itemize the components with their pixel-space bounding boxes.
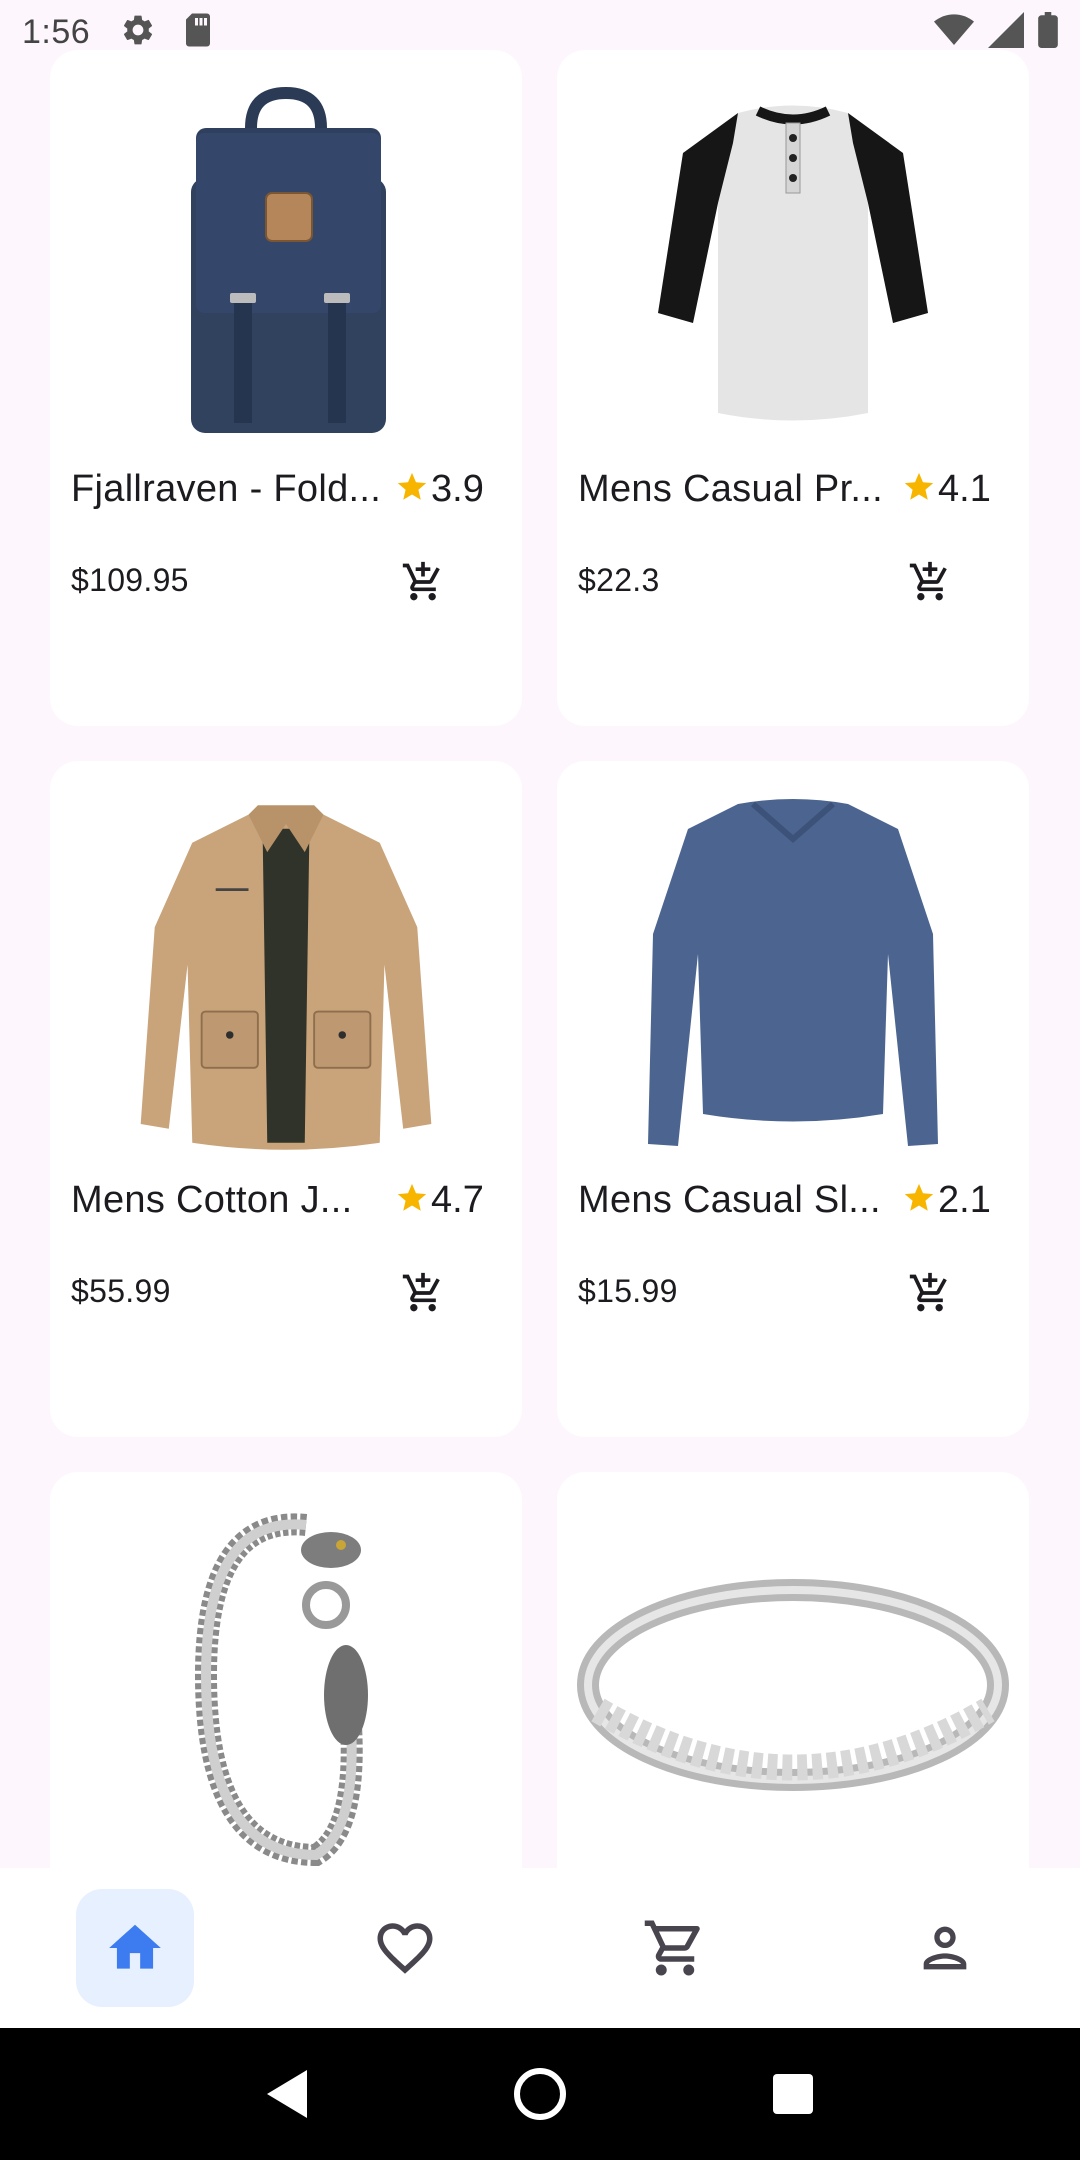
- wifi-icon: [934, 12, 974, 53]
- product-price: $109.95: [71, 561, 189, 598]
- nav-favorites[interactable]: [270, 1868, 540, 2028]
- star-icon: [902, 470, 936, 509]
- gear-icon: [120, 12, 156, 53]
- product-image: [136, 1490, 436, 1880]
- product-image: [136, 779, 436, 1169]
- product-title: Mens Casual Sl...: [578, 1178, 881, 1221]
- add-to-cart-button[interactable]: [401, 560, 445, 604]
- recents-square-icon: [773, 2074, 814, 2114]
- product-image: [573, 1490, 1013, 1880]
- star-icon: [395, 1181, 429, 1220]
- recents-button[interactable]: [753, 2054, 833, 2134]
- sd-card-icon: [182, 12, 214, 53]
- product-card[interactable]: Mens Casual Sl... 2.1 $15.99: [557, 761, 1029, 1437]
- rating: 4.7: [395, 1179, 484, 1222]
- battery-icon: [1038, 11, 1058, 53]
- rating: 4.1: [902, 468, 991, 511]
- system-navigation-bar: [0, 2028, 1080, 2160]
- rating-value: 2.1: [938, 1178, 991, 1221]
- cellular-signal-icon: [988, 11, 1024, 53]
- add-to-cart-button[interactable]: [908, 560, 952, 604]
- add-to-cart-button[interactable]: [908, 1271, 952, 1315]
- product-card[interactable]: Mens Casual Pr... 4.1 $22.3: [557, 50, 1029, 726]
- product-image: [136, 68, 436, 458]
- rating-value: 4.7: [431, 1178, 484, 1221]
- product-title: Mens Cotton J...: [71, 1178, 353, 1221]
- bottom-navigation: [0, 1868, 1080, 2028]
- rating: 2.1: [902, 1179, 991, 1222]
- home-circle-icon: [513, 2068, 566, 2120]
- add-to-cart-button[interactable]: [401, 1271, 445, 1315]
- star-icon: [395, 470, 429, 509]
- add-shopping-cart-icon: [909, 1272, 947, 1312]
- nav-active-indicator: [76, 1889, 194, 2007]
- add-shopping-cart-icon: [402, 561, 440, 601]
- status-time: 1:56: [22, 12, 91, 51]
- cart-icon: [644, 1920, 700, 1976]
- product-image: [643, 68, 943, 458]
- product-title: Mens Casual Pr...: [578, 467, 883, 510]
- star-icon: [902, 1181, 936, 1220]
- home-button[interactable]: [500, 2054, 580, 2134]
- nav-cart[interactable]: [540, 1868, 810, 2028]
- product-card[interactable]: Fjallraven - Fold... 3.9 $109.95: [50, 50, 522, 726]
- product-image: [643, 779, 943, 1169]
- product-grid: Fjallraven - Fold... 3.9 $109.95 Mens Ca…: [50, 50, 1029, 2148]
- rating-value: 4.1: [938, 467, 991, 510]
- product-price: $22.3: [578, 561, 660, 598]
- nav-profile[interactable]: [810, 1868, 1080, 2028]
- product-price: $55.99: [71, 1272, 171, 1309]
- person-icon: [923, 1926, 967, 1970]
- product-card[interactable]: Mens Cotton J... 4.7 $55.99: [50, 761, 522, 1437]
- rating: 3.9: [395, 468, 484, 511]
- nav-home[interactable]: [0, 1868, 270, 2028]
- rating-value: 3.9: [431, 467, 484, 510]
- product-price: $15.99: [578, 1272, 678, 1309]
- home-icon: [109, 1924, 161, 1969]
- back-triangle-icon: [266, 2070, 307, 2118]
- back-button[interactable]: [247, 2054, 327, 2134]
- product-title: Fjallraven - Fold...: [71, 467, 382, 510]
- heart-icon: [377, 1923, 433, 1974]
- add-shopping-cart-icon: [909, 561, 947, 601]
- add-shopping-cart-icon: [402, 1272, 440, 1312]
